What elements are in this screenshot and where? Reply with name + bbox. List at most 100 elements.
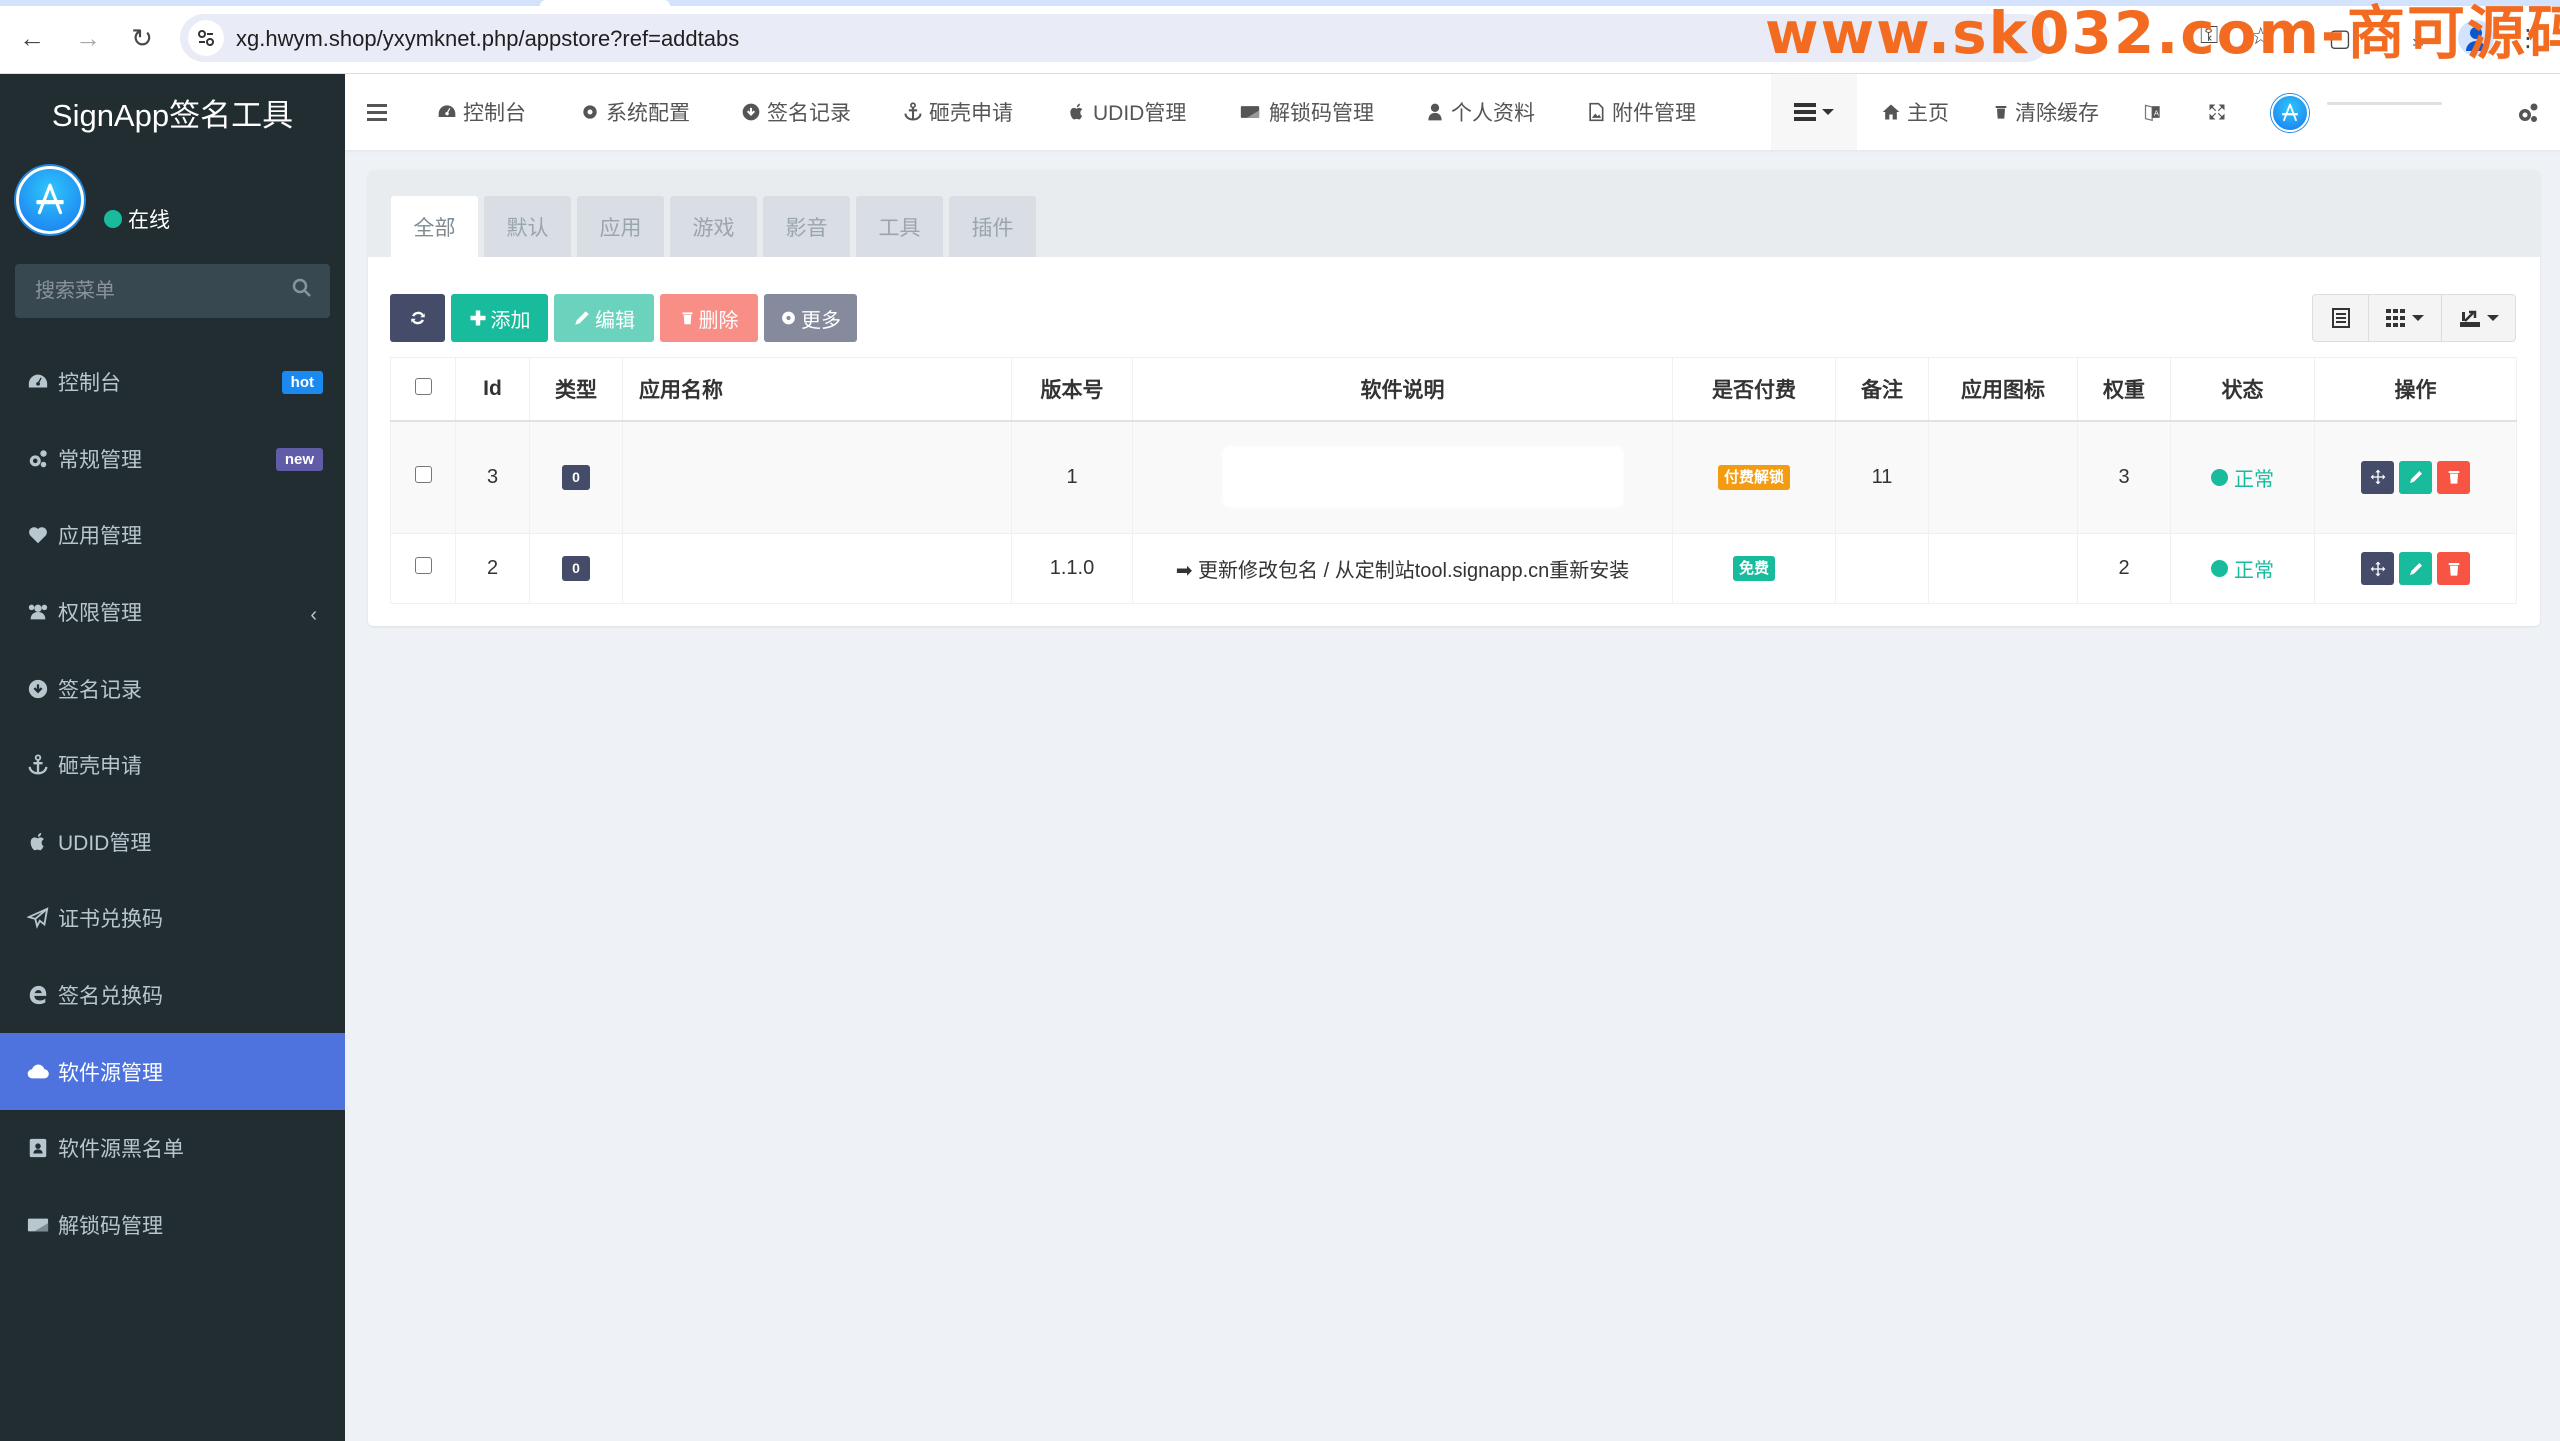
software-source-table: Id 类型 应用名称 版本号 软件说明 是否付费 备注 应用图标 权重 状态 操…	[390, 357, 2517, 604]
header-nav-label: UDID管理	[1093, 102, 1187, 125]
header-nav-attachments[interactable]: 附件管理	[1586, 74, 1696, 150]
columns-dropdown-button[interactable]	[2369, 295, 2442, 341]
column-header-version[interactable]: 版本号	[1011, 357, 1133, 422]
row-delete-button[interactable]	[2437, 552, 2470, 585]
drag-sort-button[interactable]	[2361, 460, 2394, 494]
row-edit-button[interactable]	[2399, 460, 2432, 494]
header-nav-label: 附件管理	[1612, 102, 1696, 125]
cell-actions	[2314, 420, 2517, 534]
refresh-button[interactable]	[390, 294, 445, 342]
header-nav-udid[interactable]: UDID管理	[1067, 74, 1186, 150]
sidebar-item-label: 软件源黑名单	[58, 1138, 184, 1162]
column-header-note[interactable]: 备注	[1835, 357, 1929, 422]
more-nav-dropdown[interactable]	[1771, 74, 1857, 150]
row-edit-button[interactable]	[2399, 552, 2432, 585]
credit-card-icon	[1240, 106, 1260, 118]
cell-weight: 3	[2077, 420, 2171, 534]
cell-note	[1835, 533, 1929, 604]
sidebar-item-apps[interactable]: 应用管理	[0, 497, 345, 574]
column-header-weight[interactable]: 权重	[2077, 357, 2171, 422]
row-checkbox[interactable]	[414, 465, 432, 483]
cell-paid: 免费	[1672, 533, 1836, 604]
column-header-icon[interactable]: 应用图标	[1928, 357, 2078, 422]
sidebar-toggle-button[interactable]	[361, 96, 393, 128]
cell-actions	[2314, 533, 2517, 604]
select-all-checkbox[interactable]	[414, 377, 432, 395]
header-nav-sign-records[interactable]: 签名记录	[741, 74, 851, 150]
language-toggle-button[interactable]: A	[2143, 74, 2169, 150]
sidebar-item-sign-records[interactable]: 签名记录	[0, 650, 345, 727]
hot-badge: hot	[281, 371, 323, 394]
cogs-icon	[26, 447, 50, 471]
tab-games[interactable]: 游戏	[670, 196, 757, 257]
table-row[interactable]: 2 0 1.1.0 ➡ 更新修改包名 / 从定制站tool.signapp.cn…	[390, 533, 2517, 604]
clear-cache-button[interactable]: 清除缓存	[1993, 74, 2099, 150]
browser-active-tab[interactable]	[540, 0, 670, 6]
column-header-status[interactable]: 状态	[2170, 357, 2315, 422]
sidebar-item-cert-codes[interactable]: 证书兑换码	[0, 880, 345, 957]
tab-tools[interactable]: 工具	[856, 196, 943, 257]
edit-button[interactable]: 编辑	[554, 294, 654, 342]
search-icon[interactable]	[292, 278, 312, 298]
sidebar-item-decrypt-requests[interactable]: 砸壳申请	[0, 727, 345, 804]
drag-sort-button[interactable]	[2361, 552, 2394, 585]
user-panel: 在线	[0, 150, 345, 260]
tab-all[interactable]: 全部	[391, 196, 478, 257]
sidebar-item-dashboard[interactable]: 控制台 hot	[0, 344, 345, 421]
header-nav-unlock-codes[interactable]: 解锁码管理	[1237, 74, 1374, 150]
column-header-id[interactable]: Id	[455, 357, 530, 422]
url-text[interactable]: xg.hwym.shop/yxymknet.php/appstore?ref=a…	[236, 26, 739, 52]
cell-id: 2	[455, 533, 530, 604]
tab-default[interactable]: 默认	[484, 196, 571, 257]
site-settings-icon[interactable]	[188, 20, 224, 56]
home-link[interactable]: 主页	[1881, 74, 1949, 150]
tab-plugins[interactable]: 插件	[949, 196, 1036, 257]
status-badge: 正常	[2211, 463, 2274, 492]
sidebar-item-udid[interactable]: UDID管理	[0, 804, 345, 881]
export-dropdown-button[interactable]	[2442, 295, 2515, 341]
table-row[interactable]: 3 0 1 付费解锁 11 3 正常	[390, 420, 2517, 534]
more-button[interactable]: 更多	[764, 294, 857, 342]
user-avatar[interactable]	[2271, 94, 2309, 132]
sidebar-item-permissions[interactable]: 权限管理 ‹	[0, 574, 345, 651]
cell-version: 1	[1011, 420, 1133, 534]
forward-button[interactable]: →	[70, 20, 106, 56]
column-header-description[interactable]: 软件说明	[1132, 357, 1673, 422]
toggle-card-view-button[interactable]	[2313, 295, 2369, 341]
tab-media[interactable]: 影音	[763, 196, 850, 257]
add-button[interactable]: 添加	[451, 294, 548, 342]
username-placeholder[interactable]	[2327, 102, 2442, 105]
header-nav-label: 解锁码管理	[1269, 102, 1374, 125]
column-header-type[interactable]: 类型	[529, 357, 623, 422]
image-file-icon	[1589, 102, 1604, 122]
chevron-left-icon[interactable]: ‹	[310, 604, 317, 627]
header-nav-decrypt[interactable]: 砸壳申请	[903, 74, 1013, 150]
menu-search-input[interactable]	[15, 264, 285, 318]
sidebar-item-source-blacklist[interactable]: 软件源黑名单	[0, 1110, 345, 1187]
fullscreen-button[interactable]	[2207, 74, 2233, 150]
header-nav-profile[interactable]: 个人资料	[1425, 74, 1535, 150]
row-delete-button[interactable]	[2437, 460, 2470, 494]
tab-apps[interactable]: 应用	[577, 196, 664, 257]
sidebar-item-software-sources[interactable]: 软件源管理	[0, 1033, 345, 1110]
sidebar-item-general[interactable]: 常规管理 new	[0, 421, 345, 498]
anchor-icon	[904, 102, 922, 121]
delete-button[interactable]: 删除	[660, 294, 758, 342]
header-nav-system-config[interactable]: 系统配置	[580, 74, 690, 150]
sidebar-item-sign-codes[interactable]: 签名兑换码	[0, 957, 345, 1034]
translate-icon: A	[2144, 104, 2160, 122]
control-sidebar-toggle[interactable]	[2513, 98, 2543, 128]
row-checkbox[interactable]	[414, 557, 432, 574]
column-header-name[interactable]: 应用名称	[622, 357, 1012, 422]
app-logo[interactable]: SignApp签名工具	[0, 74, 345, 150]
header-nav-dashboard[interactable]: 控制台	[437, 74, 526, 150]
pencil-icon	[575, 311, 589, 325]
back-button[interactable]: ←	[14, 20, 50, 56]
sidebar-item-unlock-codes[interactable]: 解锁码管理	[0, 1187, 345, 1264]
status-label: 正常	[2234, 560, 2274, 582]
reload-button[interactable]: ↻	[124, 20, 160, 56]
paper-plane-icon	[26, 906, 50, 930]
sidebar-item-label: 控制台	[58, 372, 121, 396]
list-icon	[1794, 103, 1816, 121]
column-header-paid[interactable]: 是否付费	[1672, 357, 1836, 422]
